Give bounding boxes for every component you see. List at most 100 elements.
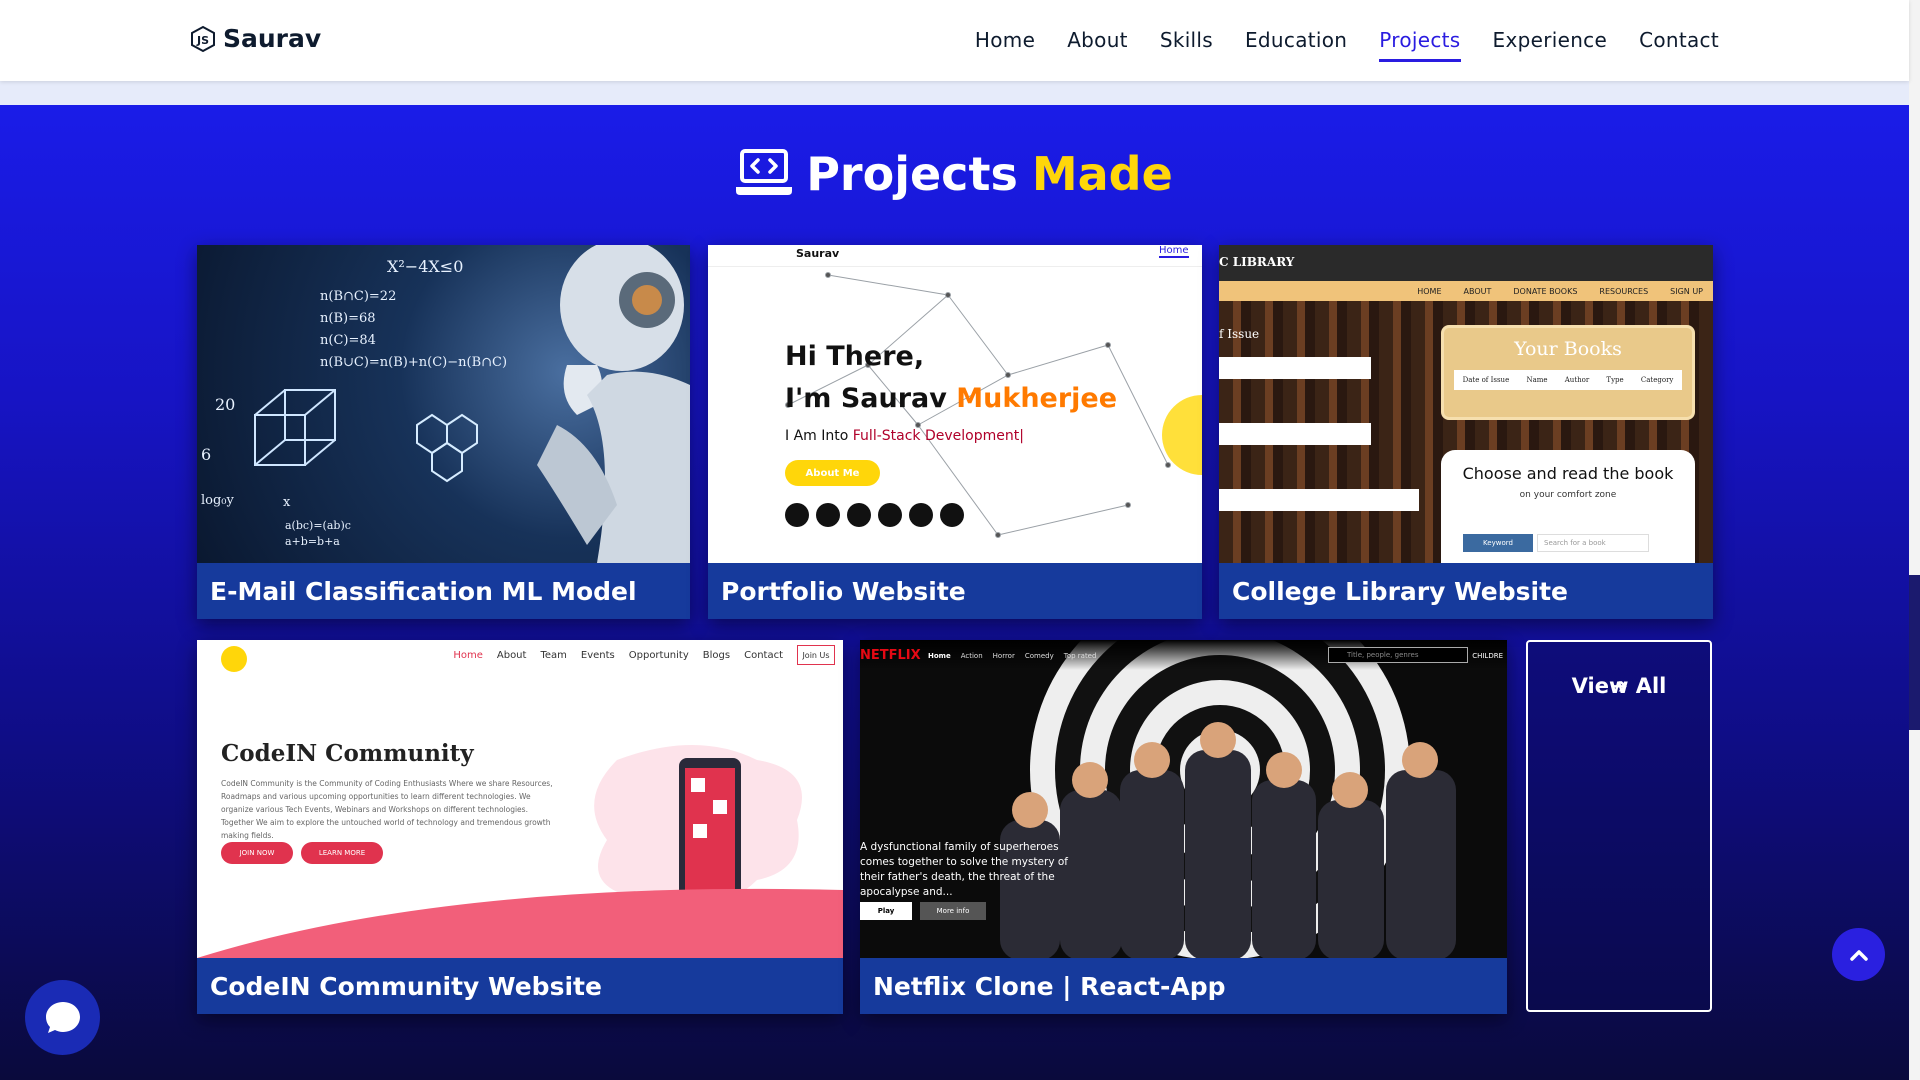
project-title-bar: Portfolio Website <box>708 563 1202 619</box>
svg-text:JS: JS <box>196 34 209 47</box>
project-title-bar: CodeIN Community Website <box>197 958 843 1014</box>
view-all-button[interactable]: View All ➔ <box>1526 640 1712 1012</box>
preview-topbar: C LIBRARY <box>1219 245 1713 281</box>
nav-skills[interactable]: Skills <box>1160 28 1213 62</box>
scroll-to-top-button[interactable] <box>1832 928 1885 981</box>
preview-col: Date of Issue <box>1462 376 1510 384</box>
preview-nav-item: Home <box>928 652 951 660</box>
preview-choose-panel: Choose and read the book on your comfort… <box>1441 450 1695 563</box>
preview-nav-item: Comedy <box>1024 652 1054 660</box>
nav-contact[interactable]: Contact <box>1639 28 1719 62</box>
heading-word: Projects <box>806 147 1018 201</box>
preview-nav-item: Home <box>453 650 483 661</box>
preview-logo: Saurav <box>796 247 840 260</box>
nav-education[interactable]: Education <box>1245 28 1347 62</box>
preview-formula: 20 <box>215 395 236 414</box>
preview-select <box>1219 489 1419 511</box>
preview-brand: C LIBRARY <box>1219 255 1295 269</box>
preview-netflix-search: Title, people, genres <box>1328 647 1468 663</box>
preview-formula: 6 <box>201 445 212 464</box>
preview-play-button: Play <box>860 902 912 920</box>
instagram-icon <box>940 503 964 527</box>
preview-name-accent: Mukherjee <box>956 383 1118 414</box>
preview-nav-item: SIGN UP <box>1670 286 1703 296</box>
preview-formula: n(B)=68 <box>320 311 376 326</box>
project-preview-image: Saurav Home Hi There, I'm Saurav Mukherj… <box>708 245 1202 563</box>
nav-home[interactable]: Home <box>975 28 1035 62</box>
preview-netflix-kids: CHILDRE <box>1472 652 1503 660</box>
preview-form-label: f Issue <box>1219 327 1260 341</box>
cube-icon <box>254 389 336 466</box>
preview-nav-item: Contact <box>744 650 783 661</box>
project-card-portfolio[interactable]: Saurav Home Hi There, I'm Saurav Mukherj… <box>708 245 1202 619</box>
preview-about-button: About Me <box>785 460 880 486</box>
preview-formula: a+b=b+a <box>285 535 340 548</box>
preview-nav-item: ABOUT <box>1463 286 1492 296</box>
site-header: JS Saurav Home About Skills Education Pr… <box>0 0 1909 81</box>
preview-tagline: I Am Into Full-Stack Development| <box>785 428 1024 444</box>
nav-about[interactable]: About <box>1067 28 1128 62</box>
preview-netflix-nav: NETFLIX Home Action Horror Comedy Top ra… <box>860 640 1507 670</box>
project-title: Portfolio Website <box>721 576 966 606</box>
js-logo-icon: JS <box>191 25 215 52</box>
page-scrollbar[interactable] <box>1909 0 1920 1080</box>
preview-nav-item: About <box>496 650 527 661</box>
site-logo[interactable]: JS Saurav <box>189 24 321 53</box>
preview-name: I'm Saurav Mukherjee <box>785 383 1117 414</box>
preview-nav-item: Top rated <box>1063 652 1097 660</box>
preview-nav-item: RESOURCES <box>1599 286 1649 296</box>
project-card-codein[interactable]: Home About Team Events Opportunity Blogs… <box>197 640 843 1014</box>
project-preview-image: C LIBRARY HOME ABOUT DONATE BOOKS RESOUR… <box>1219 245 1713 563</box>
scrollbar-thumb[interactable] <box>1909 575 1920 730</box>
project-title-bar: Netflix Clone | React-App <box>860 958 1507 1014</box>
preview-social-icons <box>785 503 964 527</box>
preview-formula: X²−4X≤0 <box>387 257 464 276</box>
preview-keyword-button: Keyword <box>1463 534 1533 552</box>
preview-navbar: Saurav Home <box>708 245 1202 267</box>
project-preview-image: X²−4X≤0 n(B∩C)=22 n(B)=68 n(C)=84 n(B∪C)… <box>197 245 690 563</box>
preview-formula: n(B∪C)=n(B)+n(C)−n(B∩C) <box>320 355 508 370</box>
project-title: E-Mail Classification ML Model <box>210 576 637 606</box>
preview-greeting: Hi There, <box>785 341 925 372</box>
project-title: College Library Website <box>1232 576 1568 606</box>
preview-formula: x <box>283 495 291 510</box>
preview-nav-item: Action <box>960 652 983 660</box>
preview-netflix-menu: Home Action Horror Comedy Top rated <box>928 652 1096 660</box>
preview-nav-item: HOME <box>1417 286 1442 296</box>
heading-accent: Made <box>1031 147 1173 201</box>
nav-projects[interactable]: Projects <box>1379 28 1461 62</box>
preview-nav-item: Horror <box>992 652 1015 660</box>
chat-bubble-icon <box>45 1001 80 1033</box>
preview-netflix-logo: NETFLIX <box>860 648 921 663</box>
preview-tagline-prefix: I Am Into <box>785 428 853 444</box>
preview-nav-item: DONATE BOOKS <box>1513 286 1578 296</box>
preview-name-prefix: I'm Saurav <box>785 383 957 414</box>
linkedin-icon <box>785 503 809 527</box>
project-card-email-ml[interactable]: X²−4X≤0 n(B∩C)=22 n(B)=68 n(C)=84 n(B∪C)… <box>197 245 690 619</box>
project-preview-image: Home About Team Events Opportunity Blogs… <box>197 640 843 958</box>
project-title: CodeIN Community Website <box>210 971 602 1001</box>
preview-books-title: Your Books <box>1514 338 1622 360</box>
preview-col: Author <box>1564 376 1590 384</box>
arrow-right-icon: ➔ <box>1610 674 1628 698</box>
preview-nav-item: Team <box>540 650 567 661</box>
project-card-library[interactable]: C LIBRARY HOME ABOUT DONATE BOOKS RESOUR… <box>1219 245 1713 619</box>
preview-books-table-header: Date of Issue Name Author Type Category <box>1454 370 1682 390</box>
preview-col: Type <box>1606 376 1624 384</box>
preview-formula: log₀y <box>201 493 234 508</box>
nav-experience[interactable]: Experience <box>1493 28 1608 62</box>
cast-illustration <box>1000 722 1456 958</box>
preview-formula: n(B∩C)=22 <box>320 289 397 304</box>
project-card-netflix[interactable]: NETFLIX Home Action Horror Comedy Top ra… <box>860 640 1507 1014</box>
preview-nav-item: Events <box>580 650 615 661</box>
preview-nav-item: Blogs <box>702 650 731 661</box>
youtube-icon <box>847 503 871 527</box>
preview-text-input <box>1219 423 1371 445</box>
main-nav: Home About Skills Education Projects Exp… <box>975 28 1719 62</box>
preview-formula: n(C)=84 <box>320 333 376 348</box>
preview-codein-nav: Home About Team Events Opportunity Blogs… <box>453 650 783 661</box>
chat-button[interactable] <box>25 980 100 1055</box>
section-heading: Projects Made <box>0 147 1909 201</box>
twitter-icon <box>878 503 902 527</box>
logo-text: Saurav <box>223 24 322 53</box>
